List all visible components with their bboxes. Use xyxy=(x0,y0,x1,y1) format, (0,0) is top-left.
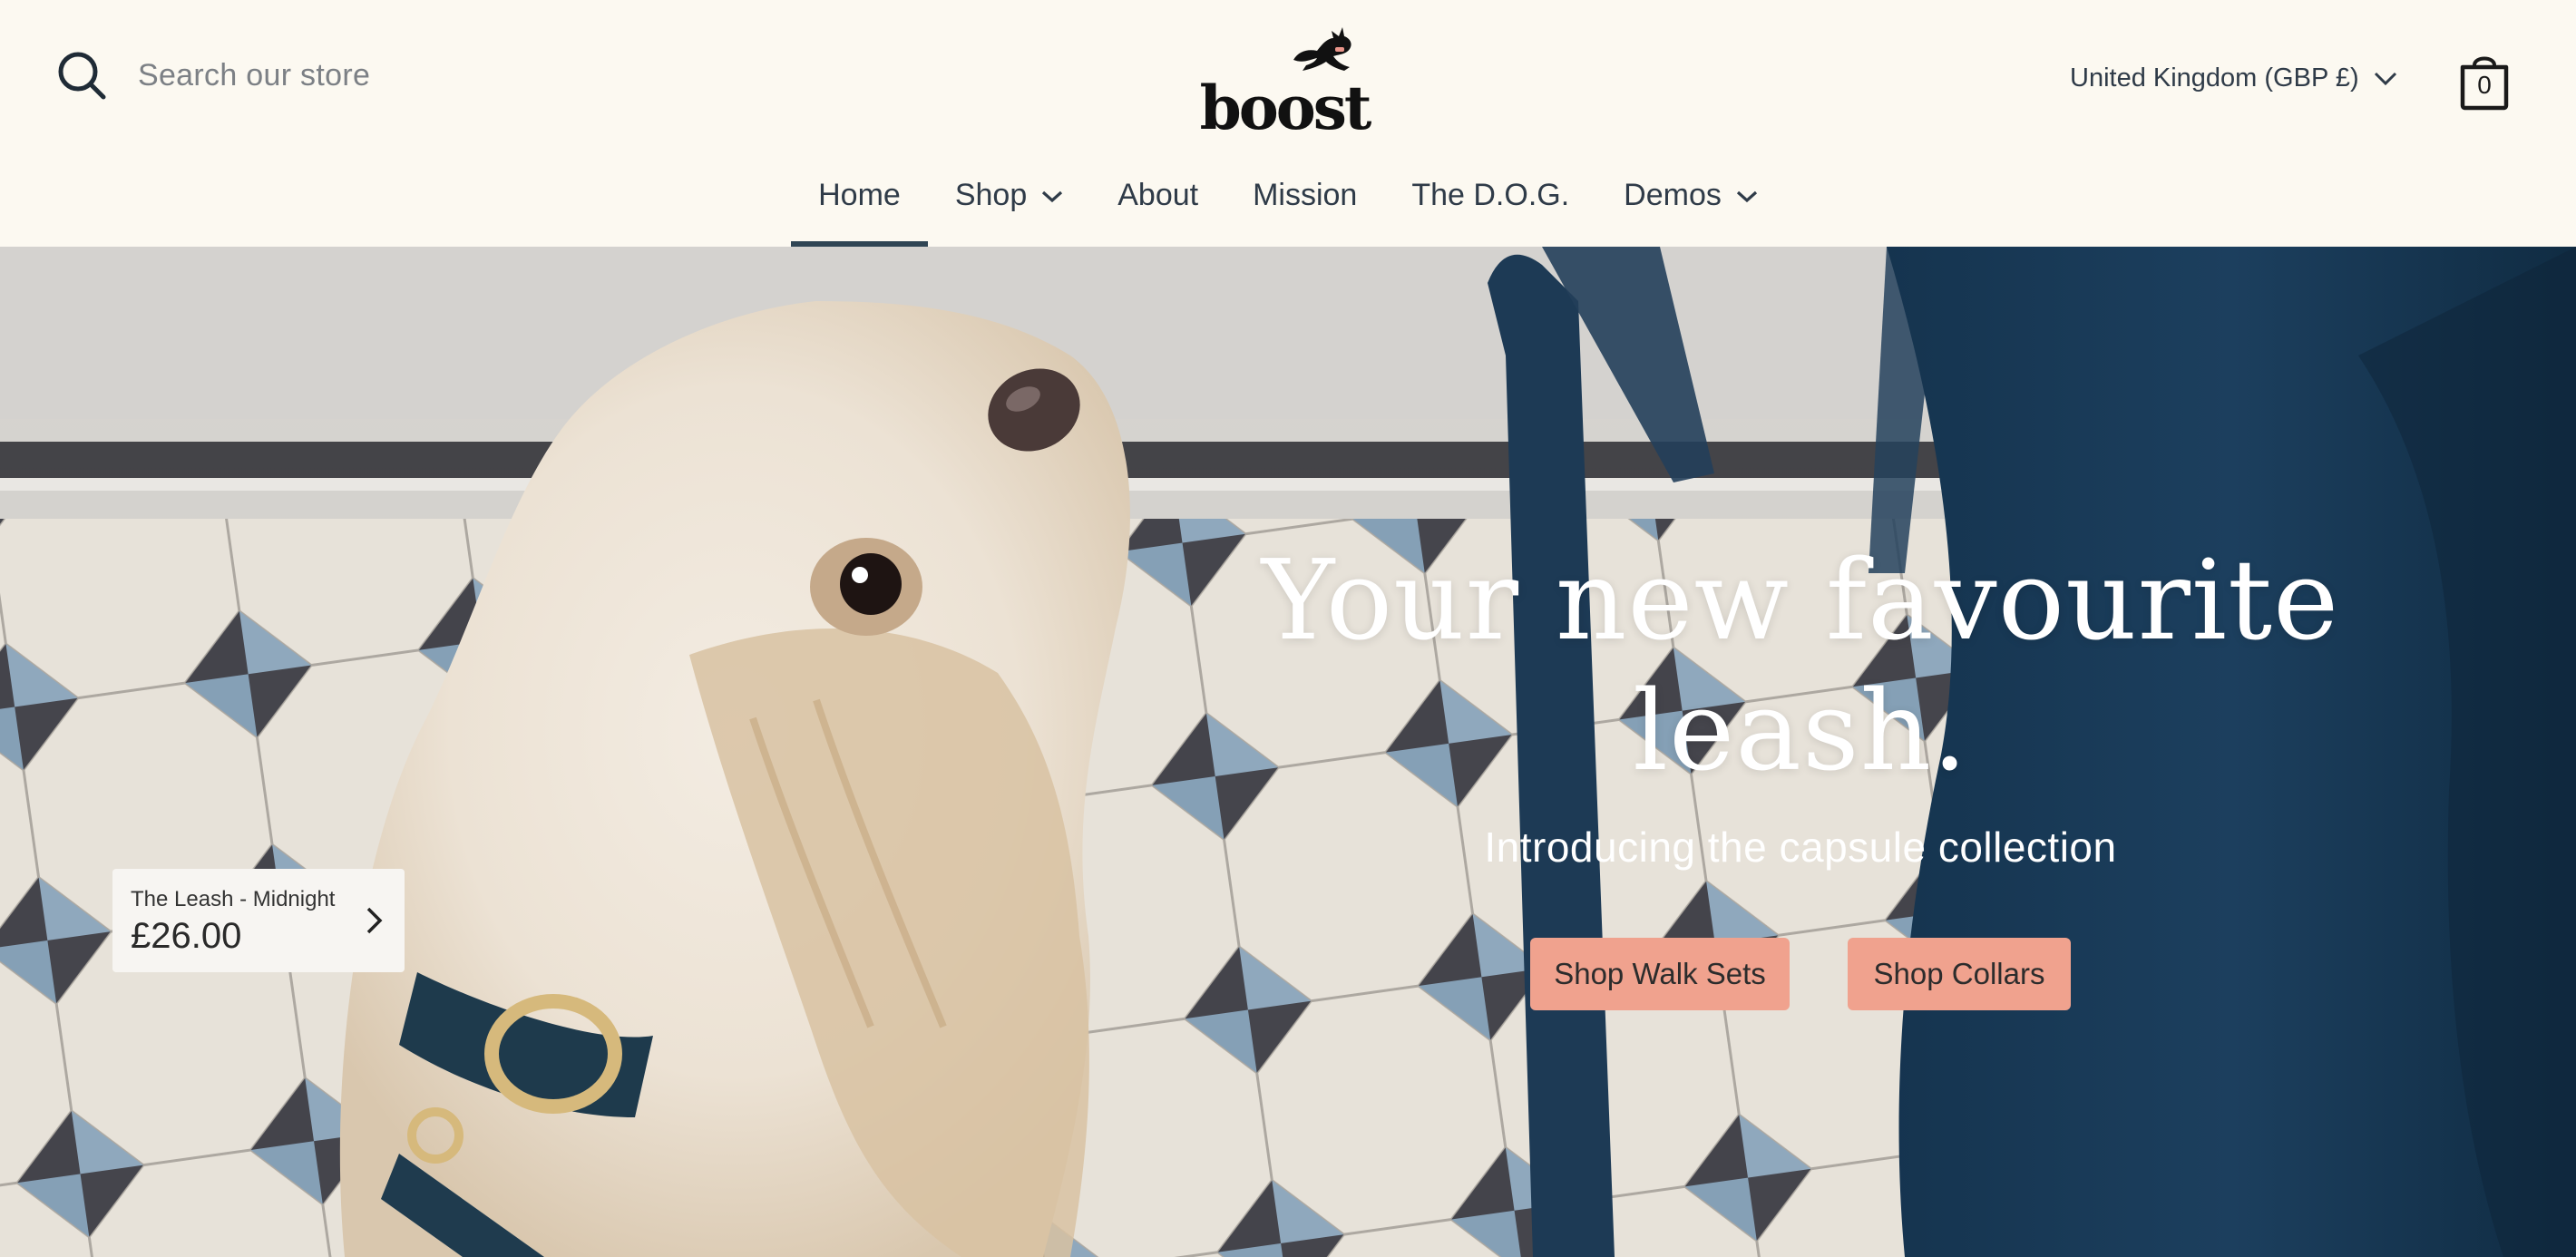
hero-title: Your new favourite leash. xyxy=(1252,535,2349,796)
nav-item-the-dog[interactable]: The D.O.G. xyxy=(1384,156,1596,234)
nav-item-home[interactable]: Home xyxy=(791,156,928,247)
chevron-down-icon xyxy=(1736,190,1757,203)
nav-item-label: Shop xyxy=(954,177,1028,212)
nav-item-about[interactable]: About xyxy=(1090,156,1225,234)
cart-button[interactable]: 0 xyxy=(2458,51,2511,111)
brand-logo[interactable]: boost xyxy=(1195,24,1373,138)
shop-walk-sets-button[interactable]: Shop Walk Sets xyxy=(1530,938,1790,1010)
cart-count: 0 xyxy=(2477,71,2492,99)
shop-collars-button[interactable]: Shop Collars xyxy=(1848,938,2071,1010)
nav-item-demos[interactable]: Demos xyxy=(1596,156,1785,234)
search-icon[interactable] xyxy=(56,50,107,101)
hero-subtitle: Introducing the capsule collection xyxy=(1484,823,2117,871)
nav-item-mission[interactable]: Mission xyxy=(1225,156,1384,234)
dog-logo-icon xyxy=(1293,27,1351,71)
product-name: The Leash - Midnight xyxy=(131,887,336,911)
nav-item-label: Mission xyxy=(1253,177,1358,212)
product-price: £26.00 xyxy=(131,916,242,956)
chevron-down-icon xyxy=(2374,72,2396,85)
chevron-right-icon xyxy=(366,907,383,934)
nav-item-label: The D.O.G. xyxy=(1411,177,1570,212)
site-header: Search our store boost United Kingdom (G… xyxy=(0,0,2576,247)
nav-item-shop[interactable]: Shop xyxy=(928,156,1090,234)
hero-title-line1: Your new favourite xyxy=(1261,536,2340,665)
hero-banner: Your new favourite leash. Introducing th… xyxy=(0,247,2576,1257)
hero-title-line2: leash. xyxy=(1633,667,1968,795)
search-bar[interactable]: Search our store xyxy=(56,50,370,101)
nav-item-label: Demos xyxy=(1624,177,1722,212)
nav-item-label: Home xyxy=(818,177,901,212)
country-selector[interactable]: United Kingdom (GBP £) xyxy=(2070,63,2397,93)
chevron-down-icon xyxy=(1042,190,1063,203)
product-hotspot-card[interactable]: The Leash - Midnight £26.00 xyxy=(112,869,405,972)
logo-wordmark: boost xyxy=(1199,73,1372,143)
country-selector-label: United Kingdom (GBP £) xyxy=(2070,63,2359,93)
main-nav: Home Shop About Mission The D.O.G. Demos xyxy=(0,169,2576,247)
nav-item-label: About xyxy=(1117,177,1199,212)
search-input[interactable]: Search our store xyxy=(138,58,370,93)
